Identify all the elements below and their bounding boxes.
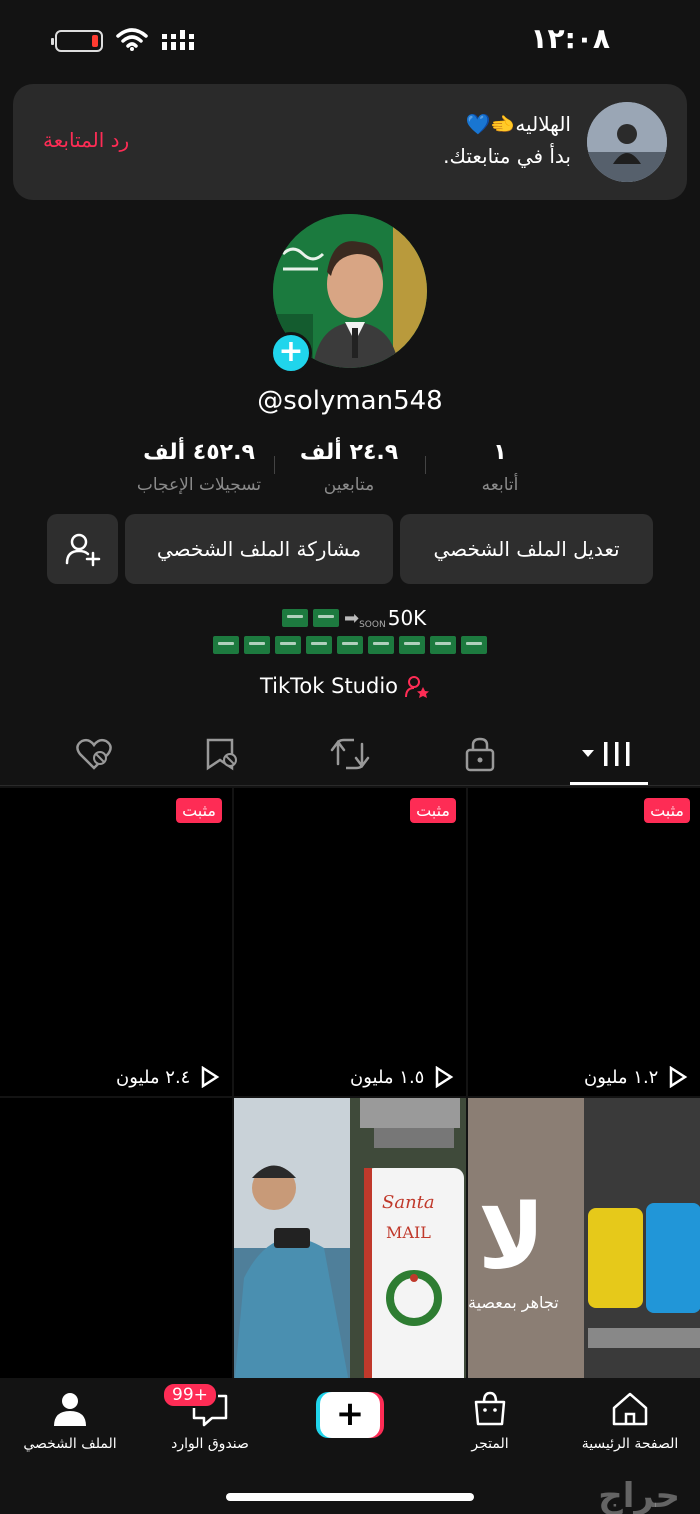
- profile-stats: ١ أتابعه ٢٤.٩ ألف متابعين ٤٥٢.٩ ألف تسجي…: [0, 440, 700, 510]
- notification-username: الهلاليه🫲💙: [465, 112, 571, 136]
- followers-label: متابعين: [323, 475, 375, 495]
- active-tab-indicator: [570, 782, 648, 785]
- saudi-flag-icon: [244, 635, 270, 654]
- tiktok-studio-link[interactable]: TikTok Studio: [260, 674, 431, 699]
- tiktok-profile-screen: ١٢:٠٨ الهلاليه🫲💙 بدأ في متابعتك. رد المت…: [0, 0, 700, 1514]
- play-icon: [435, 1066, 454, 1088]
- pinned-badge: مثبت: [176, 798, 222, 823]
- svg-text:تجاهر بمعصية: تجاهر بمعصية: [468, 1293, 559, 1313]
- saudi-flag-icon: [461, 635, 487, 654]
- following-label: أتابعه: [481, 475, 519, 495]
- stat-divider: [425, 456, 426, 474]
- liked-hidden-icon[interactable]: [74, 736, 114, 772]
- create-button[interactable]: +: [316, 1392, 384, 1438]
- arrow-right-icon: ➡: [344, 607, 360, 629]
- saudi-flag-icon: [213, 635, 239, 654]
- inbox-badge: 99+: [162, 1382, 218, 1408]
- play-icon: [669, 1066, 688, 1088]
- followers-count: ٢٤.٩ ألف: [299, 440, 399, 465]
- play-icon: [201, 1066, 220, 1088]
- video-thumbnail[interactable]: مثبت ٢.٤ مليون: [0, 788, 232, 1096]
- saudi-flag-icon: [306, 635, 332, 654]
- home-icon: [612, 1392, 648, 1426]
- saved-hidden-icon[interactable]: [202, 736, 242, 772]
- profile-icon: [54, 1393, 86, 1426]
- pinned-badge: مثبت: [410, 798, 456, 823]
- nav-shop-label: المتجر: [471, 1436, 509, 1452]
- view-count: ١.٢ مليون: [584, 1067, 659, 1088]
- repost-icon[interactable]: [330, 736, 370, 772]
- saudi-flag-icon: [430, 635, 456, 654]
- soon-label: SOON: [359, 620, 386, 630]
- follow-back-button[interactable]: رد المتابعة: [43, 128, 129, 152]
- stat-likes[interactable]: ٤٥٢.٩ ألف تسجيلات الإعجاب: [124, 440, 274, 495]
- video-thumbnail[interactable]: [0, 1098, 232, 1388]
- nav-shop[interactable]: المتجر: [420, 1390, 560, 1452]
- saudi-flag-icon: [313, 609, 339, 627]
- private-lock-icon[interactable]: [460, 736, 500, 772]
- notification-avatar: [587, 102, 667, 182]
- view-count: ١.٥ مليون: [350, 1067, 425, 1088]
- bio-line-2: [213, 634, 492, 656]
- nav-profile-label: الملف الشخصي: [23, 1436, 117, 1452]
- saudi-flag-icon: [399, 635, 425, 654]
- video-thumbnail[interactable]: مثبت ١.٢ مليون: [468, 788, 700, 1096]
- nav-inbox-label: صندوق الوارد: [171, 1436, 249, 1452]
- clock: ١٢:٠٨: [530, 22, 610, 55]
- home-indicator: [226, 1493, 474, 1501]
- saudi-flag-icon: [282, 609, 308, 627]
- nav-home-label: الصفحة الرئيسية: [581, 1436, 679, 1452]
- add-story-button[interactable]: +: [270, 332, 312, 374]
- following-count: ١: [493, 440, 507, 465]
- stat-following[interactable]: ١ أتابعه: [425, 440, 575, 495]
- thumbnail-image: لا تجاهر بمعصية: [468, 1098, 700, 1388]
- battery-icon: [51, 30, 103, 52]
- profile-username: @solyman548: [257, 386, 443, 416]
- saudi-flag-icon: [337, 635, 363, 654]
- view-count: ٢.٤ مليون: [116, 1067, 191, 1088]
- notification-message: بدأ في متابعتك.: [443, 144, 571, 168]
- signal-icon: [162, 30, 194, 50]
- video-thumbnail[interactable]: Santa MAIL: [234, 1098, 466, 1388]
- wifi-icon: [116, 28, 148, 51]
- video-thumbnail[interactable]: مثبت ١.٥ مليون: [234, 788, 466, 1096]
- watermark: حراج: [598, 1476, 680, 1514]
- bio-goal: 50K: [387, 606, 427, 630]
- nav-profile[interactable]: الملف الشخصي: [0, 1390, 140, 1452]
- edit-profile-button[interactable]: تعديل الملف الشخصي: [400, 514, 653, 584]
- share-profile-button[interactable]: مشاركة الملف الشخصي: [125, 514, 393, 584]
- nav-home[interactable]: الصفحة الرئيسية: [560, 1390, 700, 1452]
- video-grid: مثبت ١.٢ مليون مثبت ١.٥ مليون مثبت ٢.٤ م…: [0, 788, 700, 1388]
- content-tabs: [0, 724, 700, 786]
- studio-label: TikTok Studio: [260, 674, 399, 698]
- status-bar: ١٢:٠٨: [0, 0, 700, 80]
- video-thumbnail[interactable]: لا تجاهر بمعصية: [468, 1098, 700, 1388]
- svg-text:لا: لا: [478, 1185, 545, 1290]
- videos-grid-icon[interactable]: [582, 736, 634, 772]
- add-user-icon: [65, 533, 100, 567]
- likes-count: ٤٥٢.٩ ألف: [143, 440, 255, 465]
- shopping-bag-icon: [474, 1391, 506, 1426]
- svg-text:Santa: Santa: [382, 1192, 435, 1213]
- likes-label: تسجيلات الإعجاب: [136, 475, 262, 495]
- svg-text:MAIL: MAIL: [386, 1223, 431, 1242]
- plus-icon: +: [320, 1392, 380, 1438]
- bio-line-1: ➡SOON 50K: [282, 606, 426, 632]
- pinned-badge: مثبت: [644, 798, 690, 823]
- add-friends-button[interactable]: [47, 514, 118, 584]
- stat-followers[interactable]: ٢٤.٩ ألف متابعين: [274, 440, 424, 495]
- saudi-flag-icon: [275, 635, 301, 654]
- thumbnail-image: Santa MAIL: [234, 1098, 466, 1388]
- creator-star-icon: [404, 676, 429, 698]
- stat-divider: [274, 456, 275, 474]
- follow-notification[interactable]: الهلاليه🫲💙 بدأ في متابعتك. رد المتابعة: [13, 84, 687, 200]
- saudi-flag-icon: [368, 635, 394, 654]
